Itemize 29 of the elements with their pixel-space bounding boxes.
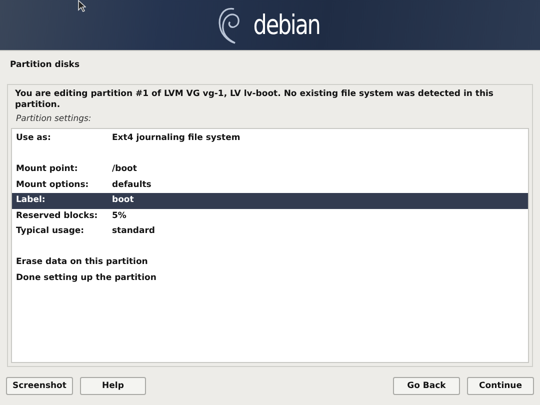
setting-label: Mount point: — [16, 163, 79, 176]
page-title: Partition disks — [9, 59, 81, 72]
action-row[interactable]: Erase data on this partition — [12, 255, 528, 270]
list-row[interactable]: Label: boot — [12, 193, 528, 208]
setting-label: Reserved blocks: — [16, 210, 99, 222]
setting-label: Typical usage: — [16, 225, 86, 238]
dialog-button[interactable]: Screenshot — [6, 377, 73, 395]
setting-value: boot — [112, 194, 134, 207]
action-row[interactable]: Done setting up the partition — [12, 270, 528, 286]
list-row[interactable]: Typical usage: standard — [12, 224, 528, 240]
list-row[interactable]: Mount options: defaults — [12, 178, 528, 193]
list-row[interactable]: Reserved blocks: 5% — [12, 208, 528, 224]
dialog-button[interactable]: Go Back — [393, 377, 460, 395]
setting-value: Ext4 journaling file system — [112, 132, 240, 145]
pointer-icon — [78, 0, 86, 12]
setting-value: 5% — [112, 210, 126, 222]
logo-text: debian — [254, 12, 320, 38]
setting-label: Label: — [16, 194, 46, 207]
list-row[interactable]: Mount point: /boot — [12, 162, 528, 178]
setting-label: Mount options: — [16, 178, 90, 192]
list-label: Partition settings: — [15, 113, 92, 126]
dialog-button[interactable]: Continue — [467, 377, 534, 395]
setting-value: standard — [112, 225, 156, 238]
dialog-button[interactable]: Help — [80, 377, 146, 395]
setting-label: Use as: — [16, 132, 52, 145]
message-text: You are editing partition #1 of LVM VG vg-1, LV lv-boot. No existing file system was detected in this partition. — [14, 88, 494, 112]
setting-value: /boot — [112, 163, 137, 176]
setting-value: defaults — [112, 178, 152, 192]
list-row[interactable]: Use as: Ext4 journaling file system — [12, 131, 528, 146]
